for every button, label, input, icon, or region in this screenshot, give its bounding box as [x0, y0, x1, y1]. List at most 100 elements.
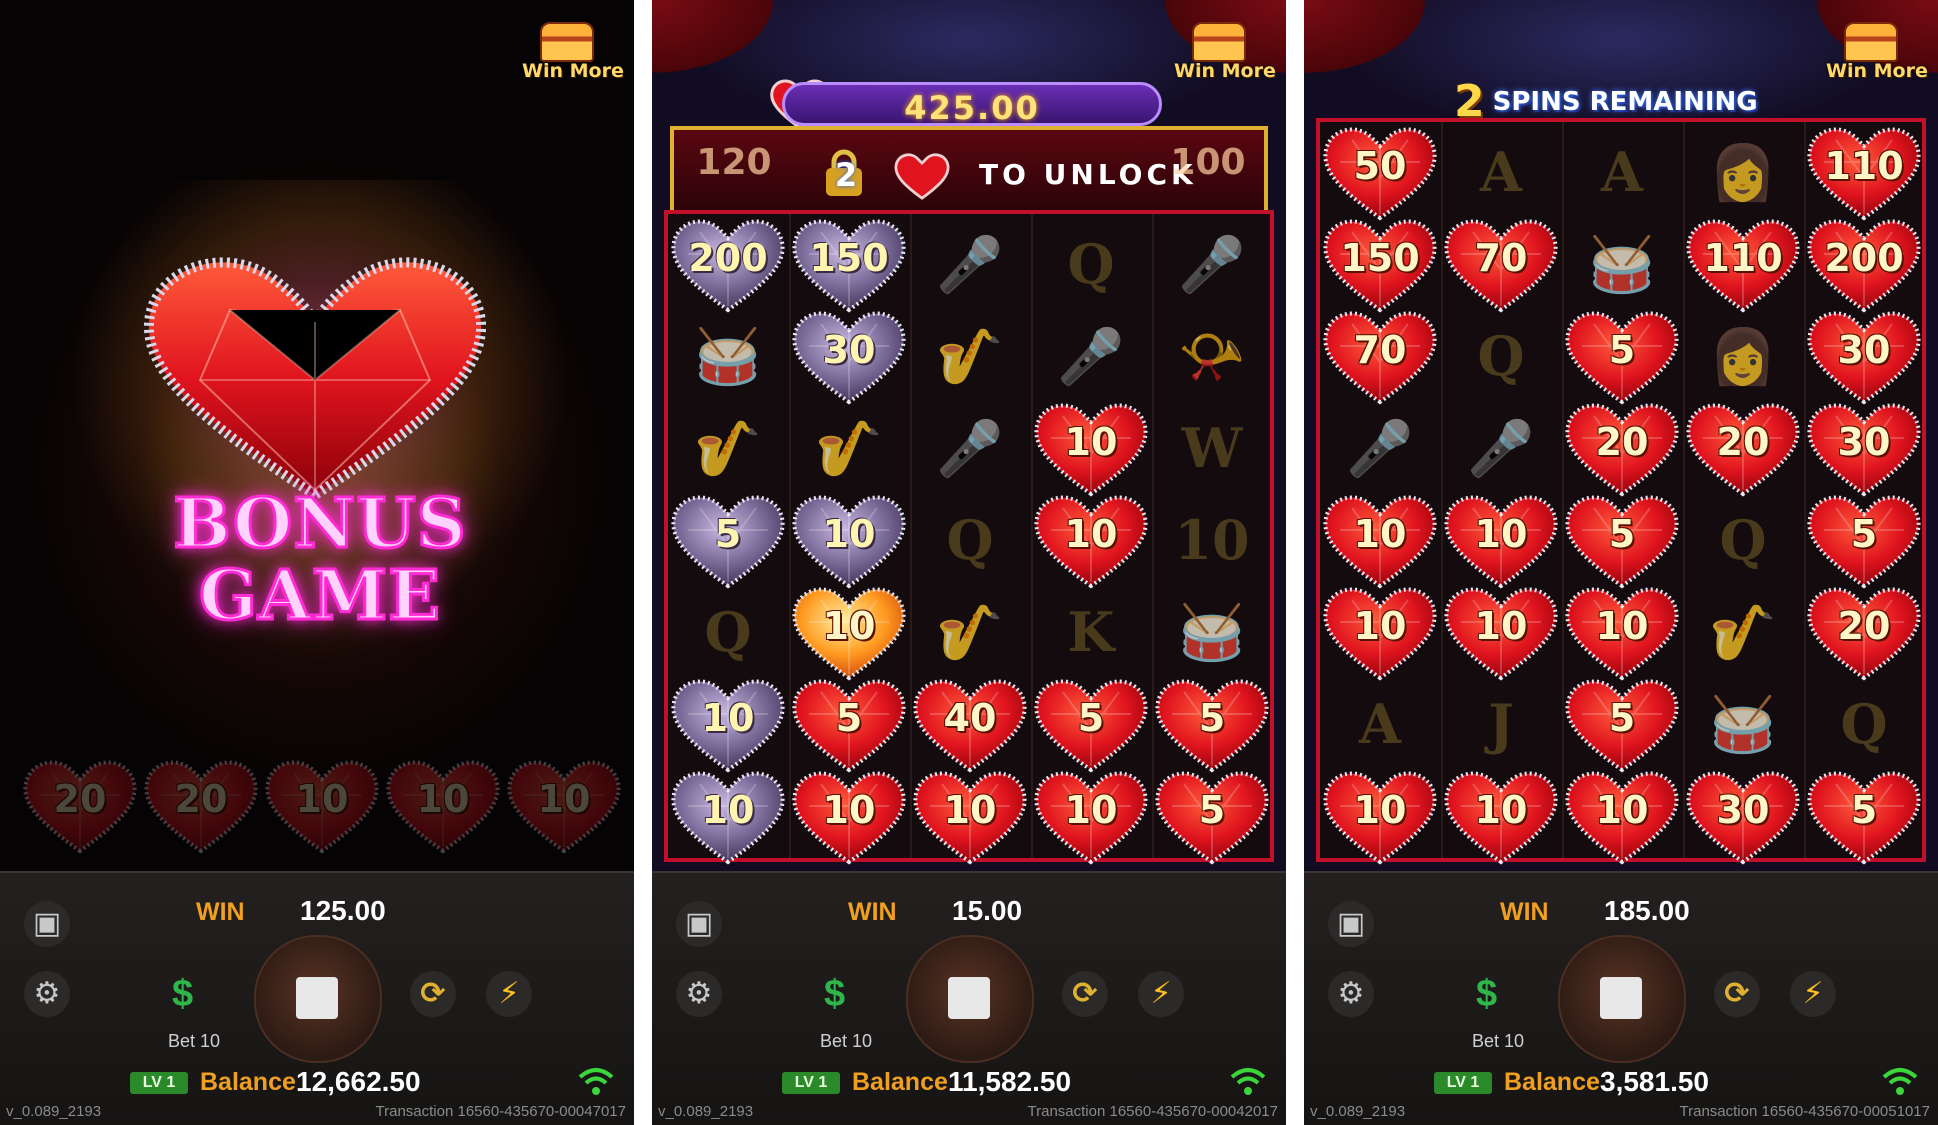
symbol-text: 🥁 — [1709, 692, 1777, 756]
bonus-game-title: BONUS GAME — [120, 487, 520, 636]
gear-icon[interactable]: ⚙ — [24, 971, 70, 1017]
wifi-icon — [1230, 1068, 1266, 1095]
reel-symbol: W — [1152, 402, 1272, 492]
stop-button[interactable] — [906, 935, 1034, 1063]
stop-icon — [296, 977, 338, 1019]
red-heart-cell: 5 — [1562, 678, 1682, 773]
heart-value: 30 — [1716, 788, 1770, 832]
win-more-label: Win More — [522, 60, 624, 82]
dollar-icon[interactable]: $ — [172, 973, 193, 1016]
red-heart-cell: 10 — [1031, 402, 1151, 497]
briefcase-icon[interactable]: ▣ — [1328, 901, 1374, 947]
bet-label[interactable]: Bet 10 — [1472, 1031, 1524, 1052]
red-heart-cell: 20 — [1562, 402, 1682, 497]
heart-value: 20 — [1716, 420, 1770, 464]
gear-icon[interactable]: ⚙ — [676, 971, 722, 1017]
reel-symbol: 🎷 — [789, 402, 909, 492]
reel-symbol: 📯 — [1152, 310, 1272, 400]
reel-symbol: 🎷 — [668, 402, 788, 492]
bet-label[interactable]: Bet 10 — [820, 1031, 872, 1052]
symbol-text: 🎷 — [936, 600, 1004, 664]
reel-symbol: 🎤 — [910, 402, 1030, 492]
briefcase-icon[interactable]: ▣ — [676, 901, 722, 947]
bonus-subtitle: GAME — [198, 556, 442, 636]
silver-heart-cell: 150 — [789, 218, 909, 313]
win-more-label: Win More — [1826, 60, 1928, 82]
stop-button[interactable] — [254, 935, 382, 1063]
reel-symbol: 🎷 — [910, 586, 1030, 676]
autoplay-icon[interactable]: ⟳ — [1062, 971, 1108, 1017]
heart-value: 200 — [1824, 236, 1904, 280]
dollar-icon[interactable]: $ — [1476, 973, 1497, 1016]
win-value: 125.00 — [300, 895, 386, 926]
win-more-button[interactable]: Win More — [1826, 22, 1928, 82]
symbol-text: 👩 — [1709, 140, 1777, 204]
red-heart-cell: 150 — [1320, 218, 1440, 313]
red-heart-cell: 10 — [1441, 770, 1561, 865]
red-heart-cell: 10 — [1320, 494, 1440, 589]
red-heart-cell: 10 — [910, 770, 1030, 865]
curtain-left — [1304, 0, 1464, 120]
red-heart-cell: 200 — [1804, 218, 1924, 313]
symbol-text: A — [1359, 692, 1401, 756]
heart-value: 10 — [1353, 604, 1407, 648]
turbo-icon[interactable]: ⚡ — [1138, 971, 1184, 1017]
control-bar: ▣ ⚙ WIN 15.00 $ Bet 10 ⟳ ⚡ LV 1 Balance … — [652, 871, 1286, 1125]
silver-heart-cell: 5 — [668, 494, 788, 589]
reel-symbol: Q — [668, 586, 788, 676]
symbol-text: 🎤 — [936, 416, 1004, 480]
balance-label: Balance — [200, 1068, 296, 1096]
faded-heart-row: 20 20 10 10 10 — [20, 755, 621, 855]
red-heart-cell: 5 — [1804, 770, 1924, 865]
red-heart-cell: 5 — [1804, 494, 1924, 589]
gear-icon[interactable]: ⚙ — [1328, 971, 1374, 1017]
level-badge: LV 1 — [782, 1072, 840, 1094]
reel-grid: 200 150 🎤 Q 🎤 🥁 30 🎷 🎤 📯 🎷 🎷 🎤 10 W 5 10 Q 10 10 Q 10 🎷 K 🥁 10 5 40… — [664, 210, 1274, 865]
reel-symbol: 👩 — [1683, 126, 1803, 216]
heart-value: 150 — [1340, 236, 1420, 280]
heart-value: 5 — [1608, 512, 1636, 556]
red-heart-cell: 10 — [1031, 770, 1151, 865]
heart-value: 5 — [1850, 788, 1878, 832]
red-heart-cell: 5 — [1031, 678, 1151, 773]
autoplay-icon[interactable]: ⟳ — [1714, 971, 1760, 1017]
balance-value: 11,582.50 — [948, 1066, 1072, 1097]
symbol-text: Q — [946, 508, 994, 572]
reel-symbol: A — [1562, 126, 1682, 216]
reel-symbol: 🥁 — [668, 310, 788, 400]
version-text: v_0.089_2193 — [6, 1103, 102, 1120]
symbol-text: Q — [1719, 508, 1767, 572]
faded-heart-cell: 20 — [20, 759, 140, 854]
win-more-button[interactable]: Win More — [522, 22, 624, 82]
game-scene: Win More 2 SPINS REMAINING 50 A A 👩 110 150 70 🥁… — [1304, 0, 1938, 871]
briefcase-icon[interactable]: ▣ — [24, 901, 70, 947]
heart-value: 20 — [1595, 420, 1649, 464]
panel-spins-remaining: Win More 2 SPINS REMAINING 50 A A 👩 110 150 70 🥁… — [1304, 0, 1938, 1125]
heart-value: 10 — [1474, 512, 1528, 556]
heart-value: 10 — [1064, 788, 1118, 832]
autoplay-icon[interactable]: ⟳ — [410, 971, 456, 1017]
turbo-icon[interactable]: ⚡ — [486, 971, 532, 1017]
turbo-icon[interactable]: ⚡ — [1790, 971, 1836, 1017]
heart-value: 20 — [53, 777, 107, 821]
heart-value: 10 — [1064, 420, 1118, 464]
transaction-text: Transaction 16560-435670-00042017 — [1027, 1103, 1278, 1120]
stop-button[interactable] — [1558, 935, 1686, 1063]
red-heart-cell: 110 — [1804, 126, 1924, 221]
heart-value: 150 — [809, 236, 889, 280]
bet-label[interactable]: Bet 10 — [168, 1031, 220, 1052]
win-more-label: Win More — [1174, 60, 1276, 82]
symbol-text: K — [1067, 600, 1115, 664]
faded-heart-cell: 10 — [383, 759, 503, 854]
symbol-text: 🎤 — [1057, 324, 1125, 388]
dollar-icon[interactable]: $ — [824, 973, 845, 1016]
reel-symbol: Q — [910, 494, 1030, 584]
symbol-text: 🎤 — [1346, 416, 1414, 480]
heart-value: 5 — [714, 512, 742, 556]
red-heart-cell: 20 — [1683, 402, 1803, 497]
reel-symbol: Q — [1804, 678, 1924, 768]
win-more-button[interactable]: Win More — [1174, 22, 1276, 82]
red-heart-cell: 30 — [1804, 402, 1924, 497]
red-heart-cell: 10 — [1320, 586, 1440, 681]
symbol-text: 👩 — [1709, 324, 1777, 388]
